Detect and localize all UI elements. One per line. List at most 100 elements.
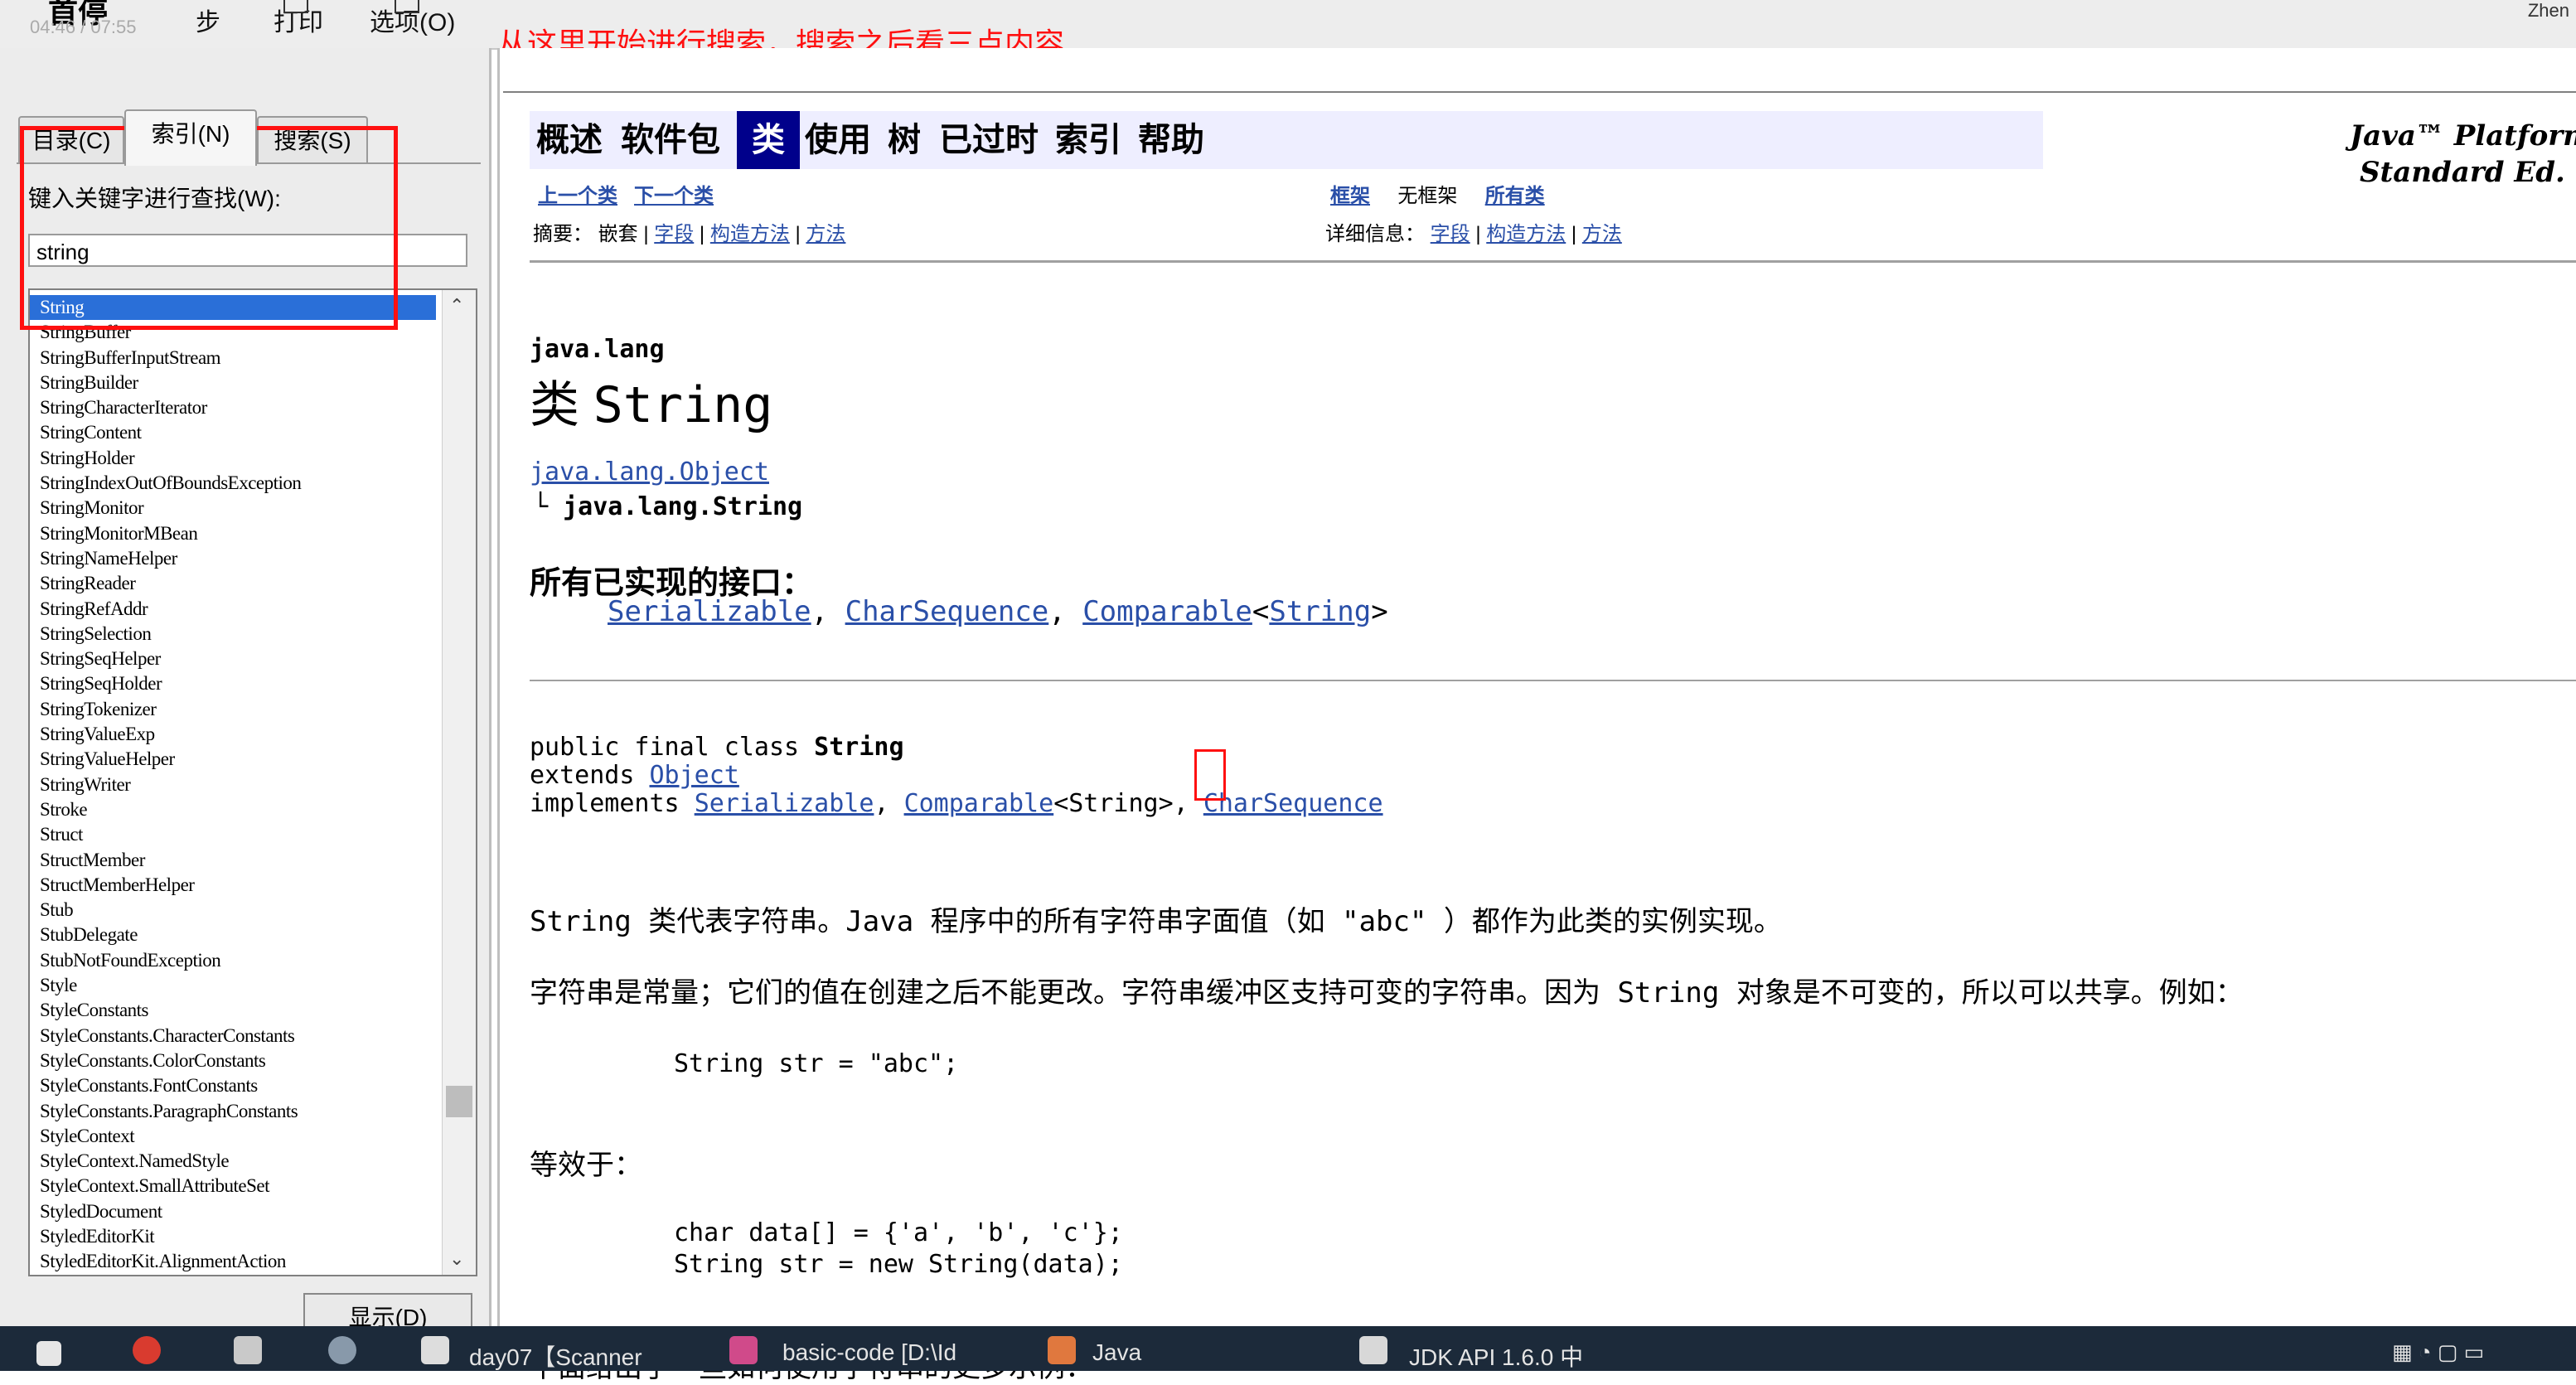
tool-icon[interactable] <box>328 1336 356 1364</box>
summary-field-link[interactable]: 字段 <box>654 223 694 245</box>
decl-comparable-link[interactable]: Comparable <box>904 789 1054 818</box>
nav-index[interactable]: 索引 <box>1055 111 1121 169</box>
iface-serializable-link[interactable]: Serializable <box>608 595 811 628</box>
print-button[interactable]: 打印 <box>274 0 323 41</box>
decl-charsequence-link[interactable]: CharSequence <box>1203 789 1383 818</box>
index-list-item[interactable]: StructMemberHelper <box>30 873 436 898</box>
index-list-item[interactable]: Struct <box>30 822 436 847</box>
superclass-link[interactable]: java.lang.Object <box>530 458 769 487</box>
index-list-item[interactable]: StringHolder <box>30 446 436 471</box>
index-list-item[interactable]: StringBufferInputStream <box>30 346 436 370</box>
index-list-item[interactable]: StyleConstants.ColorConstants <box>30 1048 436 1073</box>
summary-links: 摘要： 嵌套 | 字段 | 构造方法 | 方法 <box>533 217 845 246</box>
scroll-up-icon[interactable]: ⌃ <box>449 295 464 317</box>
nav-overview[interactable]: 概述 <box>536 111 603 169</box>
package-name: java.lang <box>530 335 665 364</box>
index-list-item[interactable]: StyledEditorKit.AlignmentAction <box>30 1249 436 1274</box>
index-list-item[interactable]: StyleConstants.ParagraphConstants <box>30 1099 436 1124</box>
frames-link[interactable]: 框架 <box>1330 185 1370 207</box>
index-list[interactable]: String StringBuffer StringBufferInputStrea… <box>28 288 477 1276</box>
chm-icon[interactable] <box>1359 1336 1387 1364</box>
index-list-item[interactable]: StringBuilder <box>30 370 436 395</box>
platform-edition: Standard Ed. <box>2360 156 2565 189</box>
class-title: 类 String <box>530 365 772 437</box>
forward-button[interactable]: 步 <box>196 5 220 41</box>
task-intellij[interactable]: basic-code [D:\Id <box>782 1339 956 1366</box>
nav-package[interactable]: 软件包 <box>621 111 720 169</box>
index-list-item[interactable]: StyleConstants <box>30 998 436 1023</box>
iface-charsequence-link[interactable]: CharSequence <box>845 595 1049 628</box>
red-cursor-box <box>1194 749 1226 801</box>
tray-icons[interactable]: ▦ ◔ ▢ ▭ <box>2392 1339 2484 1365</box>
index-list-item[interactable]: StyleConstants.FontConstants <box>30 1073 436 1098</box>
index-list-item[interactable]: StringValueHelper <box>30 747 436 772</box>
nav-deprecated[interactable]: 已过时 <box>939 111 1039 169</box>
decl-serializable-link[interactable]: Serializable <box>695 789 874 818</box>
nav-tree[interactable]: 树 <box>888 111 921 169</box>
index-list-item[interactable]: StringNameHelper <box>30 546 436 571</box>
index-scrollbar[interactable]: ⌃ ⌄ <box>442 290 476 1275</box>
next-class-link[interactable]: 下一个类 <box>634 185 714 207</box>
index-list-item[interactable]: StyleContext.NamedStyle <box>30 1149 436 1174</box>
index-list-item[interactable]: StringCharacterIterator <box>30 395 436 420</box>
decl-object-link[interactable]: Object <box>650 761 739 790</box>
decl-implements: implements <box>530 789 680 818</box>
detail-field-link[interactable]: 字段 <box>1431 223 1470 245</box>
summary-sep: | <box>694 223 710 245</box>
scroll-thumb[interactable] <box>446 1086 472 1117</box>
index-list-item[interactable]: Style <box>30 973 436 998</box>
decl-class-name: String <box>814 733 904 762</box>
index-list-item[interactable]: StringSelection <box>30 622 436 646</box>
task-typora[interactable]: day07【Scanner <box>469 1339 642 1373</box>
index-list-item[interactable]: StringContent <box>30 420 436 445</box>
top-right-fragment: Zhen <box>2527 0 2569 21</box>
summary-constructor-link[interactable]: 构造方法 <box>710 223 790 245</box>
index-list-item[interactable]: StringSeqHolder <box>30 671 436 696</box>
taskbar: day07【Scanner basic-code [D:\Id Java JDK… <box>0 1326 2576 1371</box>
index-list-item[interactable]: StubNotFoundException <box>30 948 436 973</box>
index-list-item[interactable]: StringSeqHelper <box>30 646 436 671</box>
typora-icon[interactable] <box>421 1336 449 1364</box>
all-classes-link[interactable]: 所有类 <box>1485 185 1545 207</box>
detail-label: 详细信息： <box>1325 223 1425 245</box>
index-list-item[interactable]: StyleContext <box>30 1124 436 1149</box>
index-list-item[interactable]: StyledDocument <box>30 1199 436 1224</box>
index-list-item[interactable]: StyledEditorKit <box>30 1224 436 1249</box>
detail-method-link[interactable]: 方法 <box>1582 223 1622 245</box>
iface-comparable-link[interactable]: Comparable <box>1082 595 1252 628</box>
index-list-item[interactable]: Stub <box>30 898 436 923</box>
browser-icon[interactable] <box>133 1336 161 1364</box>
nav-use[interactable]: 使用 <box>805 111 871 169</box>
options-button[interactable]: 选项(O) <box>370 0 455 41</box>
detail-constructor-link[interactable]: 构造方法 <box>1486 223 1566 245</box>
header-divider <box>530 260 2576 263</box>
task-jdk-api[interactable]: JDK API 1.6.0 中 <box>1409 1339 1583 1373</box>
index-list-item[interactable]: StringTokenizer <box>30 697 436 722</box>
task-java[interactable]: Java <box>1092 1339 1141 1366</box>
index-list-item[interactable]: StringIndexOutOfBoundsException <box>30 471 436 496</box>
summary-method-link[interactable]: 方法 <box>806 223 845 245</box>
intellij-icon[interactable] <box>729 1336 758 1364</box>
index-list-item[interactable]: StringMonitor <box>30 496 436 521</box>
index-list-item[interactable]: StubDelegate <box>30 923 436 947</box>
index-list-item[interactable]: StringValueExp <box>30 722 436 747</box>
index-list-item[interactable]: StringMonitorMBean <box>30 521 436 546</box>
class-name: String <box>593 376 773 434</box>
index-list-item[interactable]: StructMember <box>30 848 436 873</box>
index-list-item[interactable]: StyleContext.SmallAttributeSet <box>30 1174 436 1199</box>
scroll-down-icon[interactable]: ⌄ <box>449 1248 464 1270</box>
index-list-item[interactable]: StringRefAddr <box>30 597 436 622</box>
start-icon[interactable] <box>36 1341 61 1366</box>
notepad-icon[interactable] <box>234 1336 262 1364</box>
index-list-item[interactable]: StyleConstants.CharacterConstants <box>30 1024 436 1048</box>
index-list-item[interactable]: StringWriter <box>30 772 436 797</box>
iface-string-link[interactable]: String <box>1269 595 1371 628</box>
prev-class-link[interactable]: 上一个类 <box>538 185 617 207</box>
print-icon <box>283 0 308 13</box>
index-list-item[interactable]: Stroke <box>30 797 436 822</box>
tab-index-label: 索引(N) <box>151 121 230 147</box>
tab-index[interactable]: 索引(N) <box>124 109 257 166</box>
java-icon[interactable] <box>1048 1336 1076 1364</box>
index-list-item[interactable]: StringReader <box>30 571 436 596</box>
nav-help[interactable]: 帮助 <box>1138 111 1204 169</box>
